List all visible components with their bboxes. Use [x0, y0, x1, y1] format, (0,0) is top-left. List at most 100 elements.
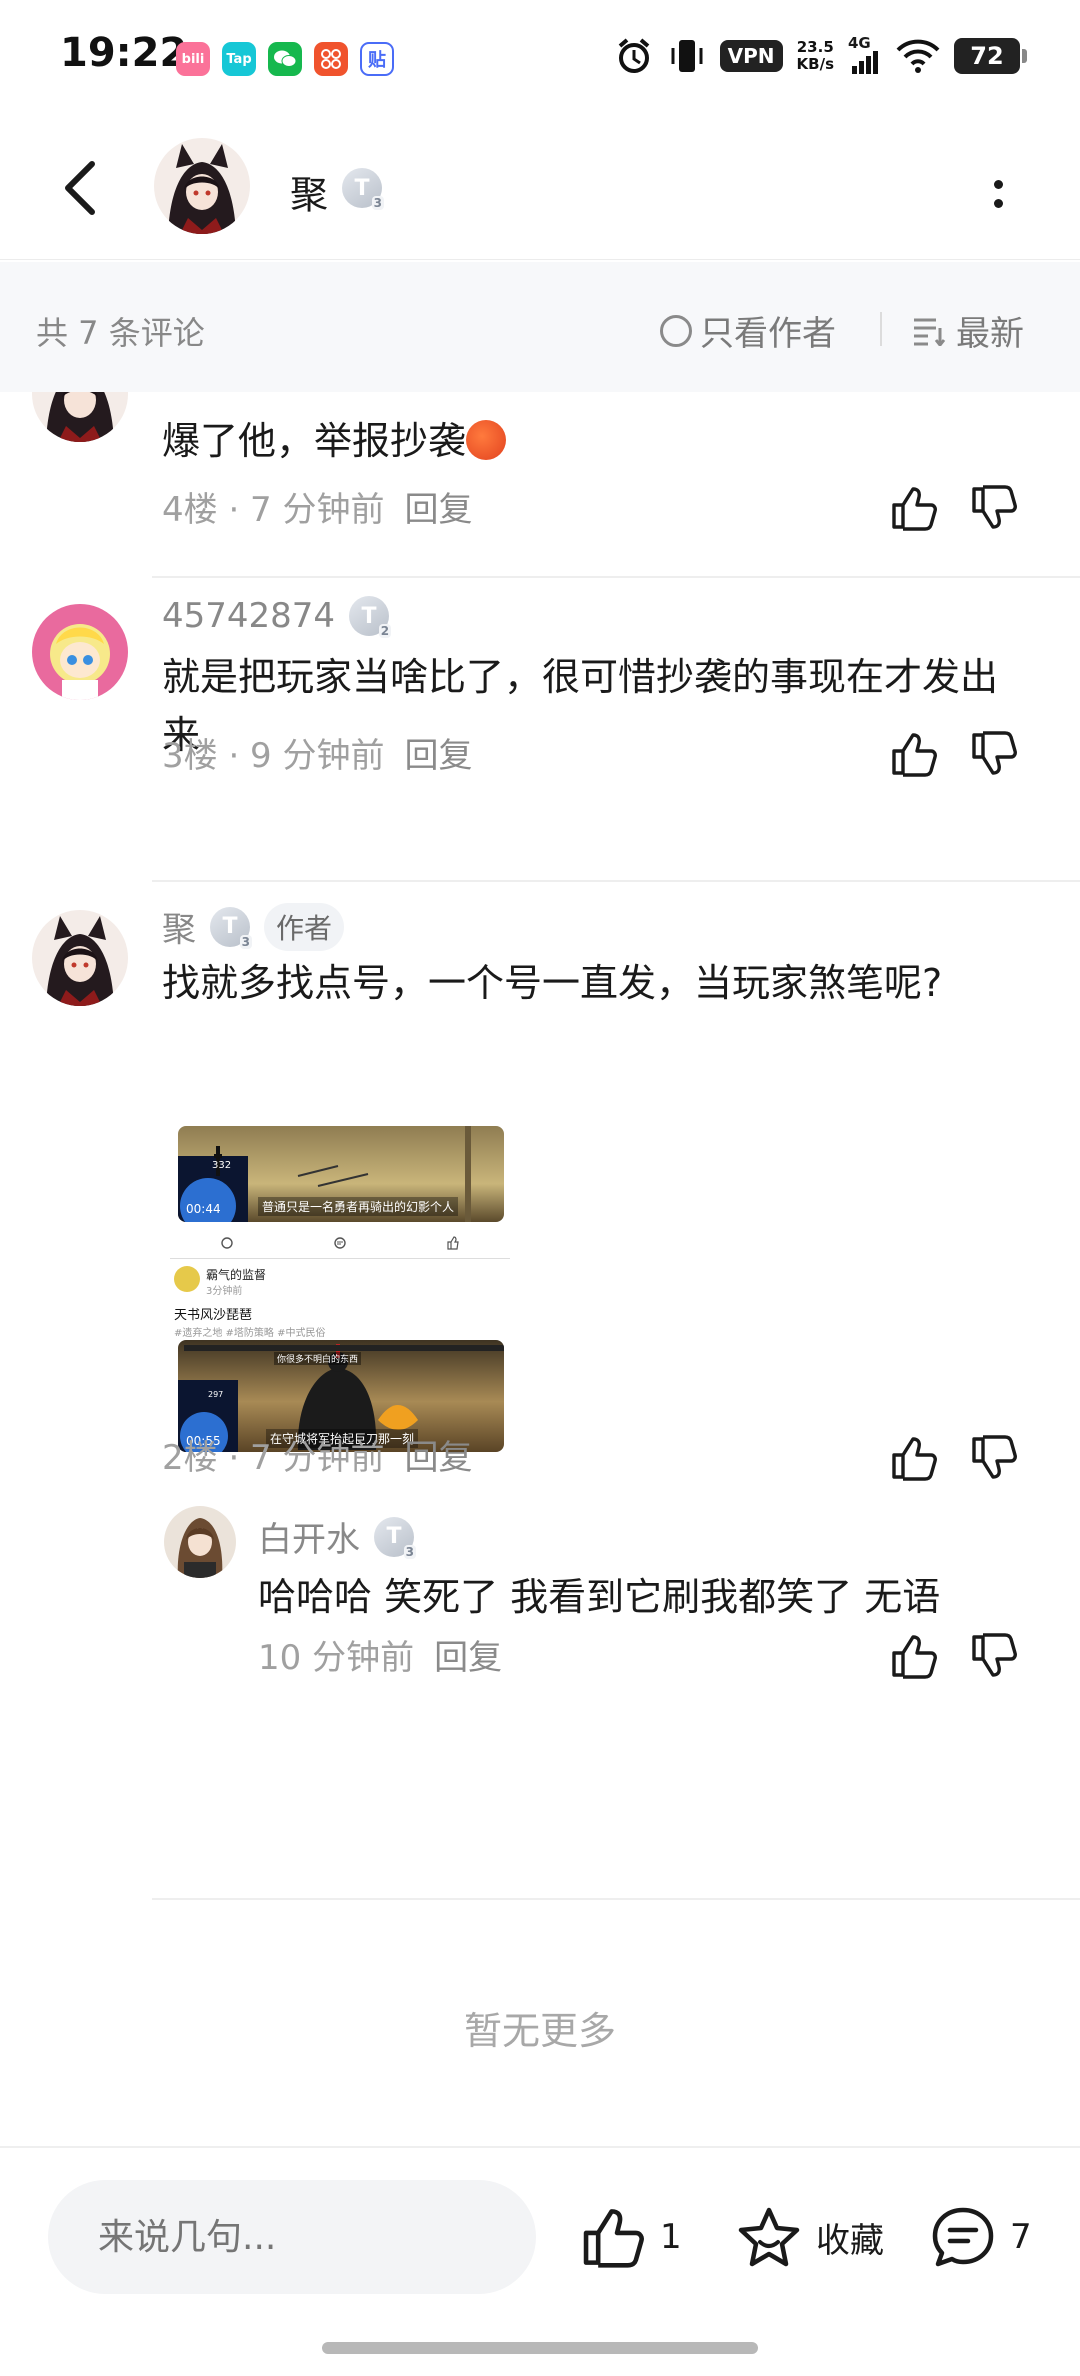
chevron-left-icon	[65, 161, 95, 215]
comment-count: 共 7 条评论	[36, 314, 205, 352]
comment-total: 7	[1010, 2217, 1032, 2257]
status-bar: 19:22 bili Tap 贴 VPN 23.5 KB/s 4G 72	[0, 0, 1080, 118]
like-count: 1	[660, 2217, 682, 2257]
comment-meta: 3楼 · 9 分钟前 回复	[162, 728, 473, 777]
like-post-button[interactable]: 1	[580, 2206, 682, 2268]
thumbs-up-icon	[892, 487, 937, 531]
thumbs-down-icon	[972, 485, 1017, 529]
post-author: 霸气的监督	[206, 1268, 267, 1282]
home-indicator[interactable]	[322, 2342, 758, 2354]
favorite-button[interactable]: 收藏	[736, 2206, 884, 2268]
thumbs-down-icon	[972, 1435, 1017, 1479]
comment-item: 聚 T3 作者 找就多找点号，一个号一直发，当玩家煞笔呢? 00:44 332 …	[0, 882, 1080, 1902]
wechat-app-icon	[268, 42, 302, 76]
radio-circle-icon	[660, 314, 692, 347]
thumbs-up-icon	[583, 2209, 644, 2268]
bilibili-app-icon: bili	[176, 42, 210, 76]
comment-user: 聚 T3 作者	[162, 902, 345, 951]
level-badge: T2	[349, 596, 392, 638]
commenter-avatar[interactable]	[32, 604, 128, 700]
status-indicators: VPN 23.5 KB/s 4G 72	[614, 34, 1027, 76]
taptap-app-icon: Tap	[222, 42, 256, 76]
comment-floor-time: 2楼 · 7 分钟前	[162, 1438, 385, 1478]
comment-image[interactable]: 00:44 332 普通只是一名勇者再骑出的幻影个人 霸气的监督 3分钟前 天书…	[170, 1126, 510, 1456]
reply-button[interactable]: 回复	[405, 728, 473, 777]
commenter-name[interactable]: 聚	[162, 902, 196, 951]
thumbs-up-icon	[892, 1635, 937, 1679]
comment-list[interactable]: 爆了他，举报抄袭 4楼 · 7 分钟前 回复 45742874 T2 就是把玩家…	[0, 392, 1080, 2146]
comment-text: 爆了他，举报抄袭	[162, 412, 1022, 470]
comment-input[interactable]	[48, 2180, 536, 2294]
commenter-avatar[interactable]	[32, 392, 128, 442]
sort-newest-button[interactable]: 最新	[912, 306, 1024, 355]
like-button[interactable]	[884, 1428, 944, 1488]
level-badge: T3	[342, 168, 384, 210]
thumbs-down-icon	[972, 1633, 1017, 1677]
sort-label: 最新	[956, 314, 1024, 354]
dislike-button[interactable]	[964, 478, 1024, 538]
back-button[interactable]	[50, 158, 110, 218]
tieba-app-icon: 贴	[360, 42, 394, 76]
reply-item: 白开水 T3 哈哈哈 笑死了 我看到它刷我都笑了 无语 10 分钟前 回复	[0, 1486, 1080, 1679]
like-button[interactable]	[884, 724, 944, 784]
reply-button[interactable]: 回复	[405, 482, 473, 531]
like-button[interactable]	[884, 1626, 944, 1686]
reply-user: 白开水 T3	[258, 1512, 416, 1561]
comment-item: 45742874 T2 就是把玩家当啥比了，很可惜抄袭的事现在才发出来 3楼 ·…	[0, 578, 1080, 886]
comment-toolbar: 共 7 条评论 只看作者 最新	[0, 262, 1080, 392]
commenter-name[interactable]: 45742874	[162, 596, 335, 636]
comments-button[interactable]: 7	[930, 2206, 1032, 2268]
post-title: 天书风沙琵琶	[174, 1308, 253, 1323]
angry-emoji-icon	[466, 420, 507, 460]
post-time: 3分钟前	[206, 1286, 243, 1297]
author-only-toggle[interactable]: 只看作者	[660, 306, 836, 355]
video-thumbnail: 00:44 332 普通只是一名勇者再骑出的幻影个人	[178, 1126, 504, 1222]
author-name[interactable]: 聚	[290, 164, 328, 219]
replier-name[interactable]: 白开水	[258, 1512, 360, 1561]
dot-icon	[993, 180, 1003, 189]
reply-button[interactable]: 回复	[405, 1430, 473, 1479]
thumbs-down-icon	[972, 731, 1017, 775]
share-icon	[220, 1237, 233, 1249]
reply-time: 10 分钟前	[258, 1638, 415, 1678]
comment-floor-time: 4楼 · 7 分钟前	[162, 490, 385, 530]
vibrate-icon	[671, 40, 703, 72]
comment-user: 45742874 T2	[162, 596, 392, 638]
sort-icon	[914, 318, 946, 346]
comment-meta: 2楼 · 7 分钟前 回复	[162, 1430, 473, 1479]
notification-app-icons: bili Tap 贴	[176, 42, 394, 76]
author-avatar[interactable]	[154, 138, 250, 234]
divider	[880, 312, 882, 346]
reply-button[interactable]: 回复	[434, 1630, 502, 1679]
commenter-avatar[interactable]	[32, 910, 128, 1006]
alarm-icon	[618, 38, 649, 73]
dislike-button[interactable]	[964, 724, 1024, 784]
more-options-button[interactable]	[976, 164, 1020, 224]
wifi-icon	[896, 39, 940, 73]
favorite-label: 收藏	[816, 2220, 884, 2261]
reply-meta: 10 分钟前 回复	[258, 1630, 502, 1679]
status-time: 19:22	[60, 30, 188, 76]
thumbs-up-icon	[892, 1437, 937, 1481]
dislike-button[interactable]	[964, 1626, 1024, 1686]
dislike-button[interactable]	[964, 1428, 1024, 1488]
comment-floor-time: 3楼 · 9 分钟前	[162, 736, 385, 776]
thumbs-up-icon	[892, 733, 937, 777]
chat-bubble-icon	[932, 2207, 994, 2267]
comment-meta: 4楼 · 7 分钟前 回复	[162, 482, 473, 531]
post-tags: #遗弃之地 #塔防策略 #中式民俗	[174, 1328, 326, 1339]
comment-text: 找就多找点号，一个号一直发，当玩家煞笔呢?	[162, 961, 943, 1005]
comment-divider	[152, 1898, 1080, 1900]
signal-icon: 4G	[848, 34, 882, 76]
author-only-label: 只看作者	[700, 314, 836, 354]
author-tag: 作者	[264, 902, 345, 951]
post-author-avatar	[174, 1266, 200, 1292]
vpn-badge: VPN	[719, 40, 783, 72]
video-actions	[170, 1230, 510, 1256]
comment-icon	[334, 1237, 346, 1249]
star-icon	[738, 2207, 800, 2267]
comment-item: 爆了他，举报抄袭 4楼 · 7 分钟前 回复	[0, 392, 1080, 584]
like-button[interactable]	[884, 478, 944, 538]
thumbs-up-icon	[447, 1236, 460, 1250]
replier-avatar[interactable]	[164, 1506, 236, 1578]
